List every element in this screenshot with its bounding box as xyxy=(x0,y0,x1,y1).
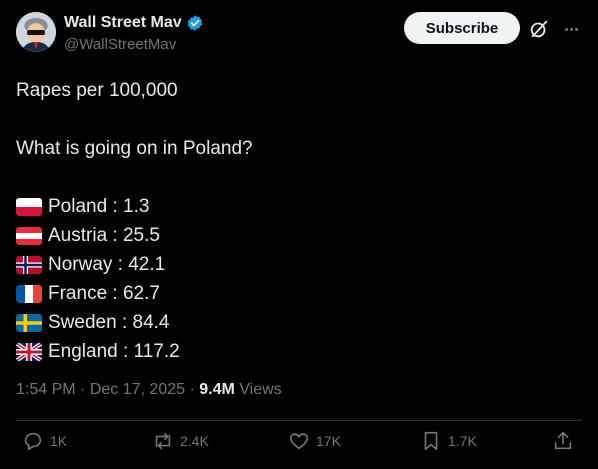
reply-button[interactable]: 1K xyxy=(22,430,67,452)
repost-button[interactable]: 2.4K xyxy=(152,430,209,452)
post-meta: 1:54 PM · Dec 17, 2025 · 9.4M Views xyxy=(16,381,282,399)
reply-icon xyxy=(24,432,42,451)
like-count: 17K xyxy=(316,433,341,449)
stat-row: England : 117.2 xyxy=(16,337,253,366)
grok-icon[interactable] xyxy=(528,18,550,40)
post-header: Wall Street Mav @WallStreetMav Subscribe xyxy=(16,12,584,58)
austria-flag-icon xyxy=(16,226,42,245)
stat-text: Austria : 25.5 xyxy=(48,225,160,246)
author-block: Wall Street Mav @WallStreetMav xyxy=(64,14,204,53)
bookmark-count: 1.7K xyxy=(448,433,477,449)
stat-text: Norway : 42.1 xyxy=(48,254,166,275)
post-line-title: Rapes per 100,000 xyxy=(16,80,178,101)
like-button[interactable]: 17K xyxy=(288,430,341,452)
stat-text: Poland : 1.3 xyxy=(48,196,150,217)
post-date[interactable]: Dec 17, 2025 xyxy=(90,381,185,398)
meta-separator: · xyxy=(80,381,90,398)
stat-row: France : 62.7 xyxy=(16,279,253,308)
handle[interactable]: @WallStreetMav xyxy=(64,36,204,53)
views-count: 9.4M xyxy=(199,381,235,398)
stat-text: Sweden : 84.4 xyxy=(48,312,170,333)
repost-count: 2.4K xyxy=(180,433,209,449)
reply-count: 1K xyxy=(50,433,68,449)
stat-text: England : 117.2 xyxy=(48,341,180,362)
stat-row: Poland : 1.3 xyxy=(16,192,253,221)
share-icon xyxy=(554,431,572,450)
post-line-question: What is going on in Poland? xyxy=(16,138,253,159)
avatar[interactable] xyxy=(16,12,56,52)
sweden-flag-icon xyxy=(16,313,42,332)
stat-row: Austria : 25.5 xyxy=(16,221,253,250)
divider xyxy=(16,420,582,421)
stat-text: France : 62.7 xyxy=(48,283,160,304)
stat-row: Norway : 42.1 xyxy=(16,250,253,279)
subscribe-button[interactable]: Subscribe xyxy=(404,12,520,44)
share-button[interactable] xyxy=(552,430,574,452)
action-bar: 1K 2.4K 17K 1.7K xyxy=(16,428,582,464)
poland-flag-icon xyxy=(16,197,42,216)
meta-separator: · xyxy=(189,381,200,398)
bookmark-button[interactable]: 1.7K xyxy=(420,430,477,452)
verified-badge-icon xyxy=(186,14,204,32)
display-name[interactable]: Wall Street Mav xyxy=(64,14,182,32)
heart-icon xyxy=(289,433,309,450)
france-flag-icon xyxy=(16,284,42,303)
bookmark-icon xyxy=(424,431,438,451)
more-options-icon[interactable] xyxy=(560,18,582,40)
repost-icon xyxy=(155,432,171,450)
stat-row: Sweden : 84.4 xyxy=(16,308,253,337)
norway-flag-icon xyxy=(16,255,42,274)
uk-flag-icon xyxy=(16,342,42,361)
post-text: Rapes per 100,000 What is going on in Po… xyxy=(16,76,253,366)
post-time[interactable]: 1:54 PM xyxy=(16,381,76,398)
views-label: Views xyxy=(239,381,282,398)
